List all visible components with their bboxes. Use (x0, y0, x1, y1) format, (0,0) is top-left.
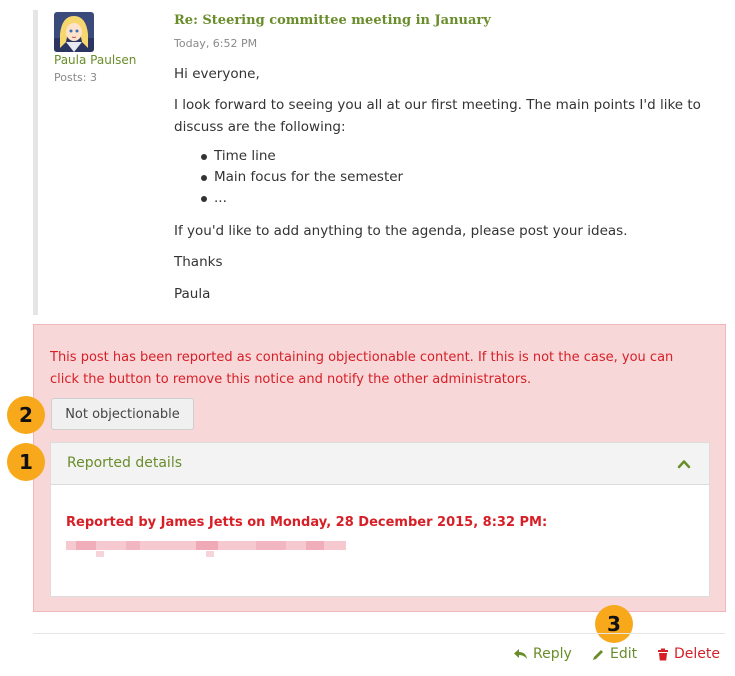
post-paragraph: If you'd like to add anything to the age… (174, 223, 628, 239)
author-posts-count: Posts: 3 (54, 71, 97, 84)
reply-label: Reply (533, 646, 572, 662)
post-paragraph-line: I look forward to seeing you all at our … (174, 97, 701, 113)
post-signature: Paula (174, 286, 211, 302)
author-name[interactable]: Paula Paulsen (54, 53, 136, 67)
edit-label: Edit (610, 646, 638, 662)
not-objectionable-button[interactable]: Not objectionable (51, 398, 194, 430)
post-title[interactable]: Re: Steering committee meeting in Januar… (174, 13, 491, 28)
report-notice: This post has been reported as containin… (50, 347, 710, 391)
post-paragraph-line: discuss are the following: (174, 119, 346, 135)
reported-by-text: Reported by James Jetts on Monday, 28 De… (66, 515, 548, 530)
post-bullet-list: Time line Main focus for the semester ..… (200, 146, 403, 209)
list-item: Time line (200, 146, 403, 167)
callout-badge-2: 2 (7, 396, 45, 434)
actions-divider (33, 633, 725, 634)
author-avatar[interactable] (54, 12, 94, 52)
callout-badge-3: 3 (595, 605, 633, 643)
delete-link[interactable]: Delete (657, 646, 720, 662)
post-timestamp: Today, 6:52 PM (174, 37, 258, 50)
post-greeting: Hi everyone, (174, 66, 260, 82)
chevron-up-icon[interactable] (677, 457, 691, 471)
list-item: ... (200, 188, 403, 209)
edit-link[interactable]: Edit (592, 646, 637, 662)
list-item: Main focus for the semester (200, 167, 403, 188)
report-notice-line: This post has been reported as containin… (50, 350, 674, 365)
reply-link[interactable]: Reply (513, 646, 572, 662)
trash-icon (658, 648, 668, 660)
report-notice-line: click the button to remove this notice a… (50, 372, 532, 387)
reported-details-title[interactable]: Reported details (67, 455, 182, 471)
pencil-icon (593, 649, 603, 660)
delete-label: Delete (674, 646, 720, 662)
reply-arrow-icon (514, 649, 527, 659)
callout-badge-1: 1 (7, 443, 45, 481)
post-thanks: Thanks (174, 254, 223, 270)
reported-details-header[interactable]: Reported details (51, 443, 709, 485)
redacted-content (66, 541, 346, 557)
